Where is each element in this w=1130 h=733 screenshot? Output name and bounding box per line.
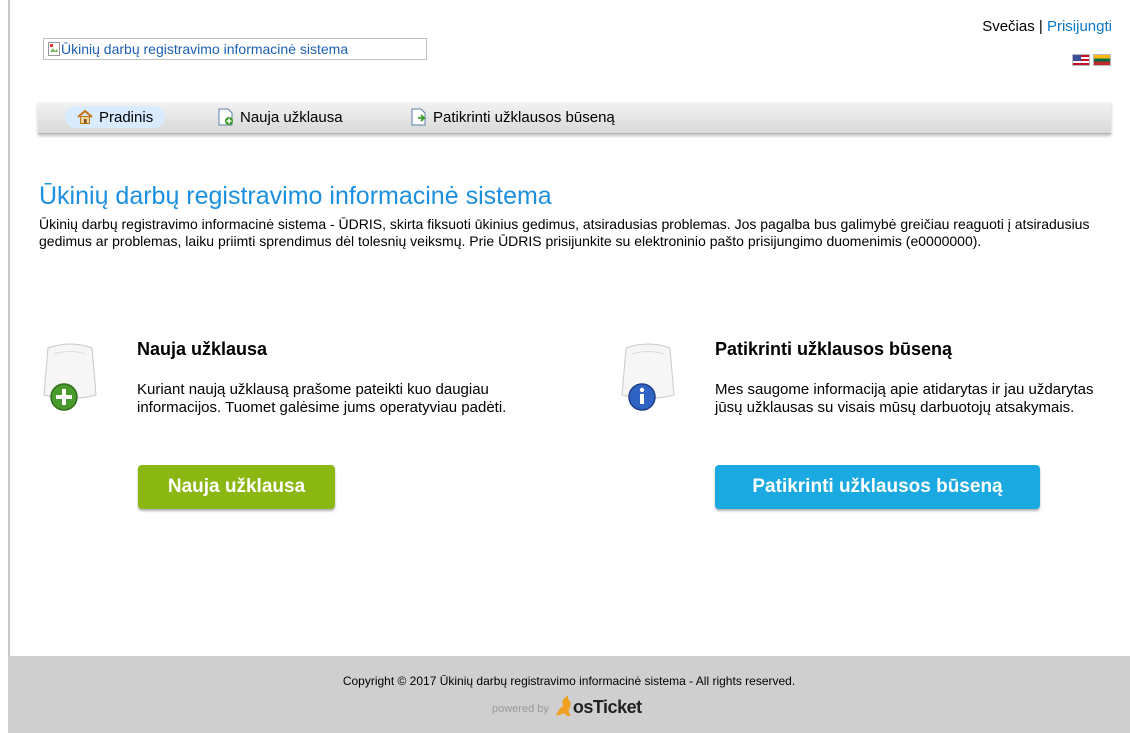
user-area: Svečias | Prisijungti	[982, 18, 1112, 35]
card-title-new-ticket: Nauja užklausa	[137, 339, 268, 359]
card-text-check-status: Mes saugome informaciją apie atidarytas …	[715, 381, 1094, 416]
powered-by-label: powered by	[492, 703, 549, 715]
copyright-text: Copyright © 2017 Ūkinių darbų registravi…	[342, 674, 796, 688]
nav-item-label: Nauja užklausa	[240, 108, 343, 126]
left-border	[8, 0, 10, 656]
ticket-status-icon	[411, 108, 427, 126]
nav-item-label: Pradinis	[99, 108, 154, 126]
new-ticket-button[interactable]: Nauja užklausa	[138, 465, 335, 509]
us-flag-icon[interactable]	[1072, 54, 1090, 66]
language-switcher	[1072, 54, 1111, 68]
osticket-brand: osTicket	[572, 697, 642, 717]
nav-item-new-ticket[interactable]: Nauja užklausa	[218, 106, 343, 128]
page-title: Ūkinių darbų registravimo informacinė si…	[39, 182, 552, 210]
card-text-new-ticket: Kuriant naują užklausą prašome pateikti …	[137, 381, 507, 416]
home-icon	[77, 110, 93, 124]
logo-alt-text: Ūkinių darbų registravimo informacinė si…	[61, 41, 349, 57]
site-logo[interactable]: Ūkinių darbų registravimo informacinė si…	[43, 38, 427, 60]
check-status-button[interactable]: Patikrinti užklausos būseną	[715, 465, 1040, 509]
nav-item-home[interactable]: Pradinis	[65, 106, 166, 128]
powered-by-logo[interactable]: powered by osTicket	[492, 694, 642, 718]
kangaroo-icon	[555, 695, 571, 716]
check-status-large-icon	[621, 343, 675, 411]
nav-item-label: Patikrinti užklausos būseną	[433, 108, 615, 126]
card-title-check-status: Patikrinti užklausos būseną	[715, 339, 953, 359]
footer: Copyright © 2017 Ūkinių darbų registravi…	[8, 656, 1130, 733]
user-separator: |	[1038, 18, 1043, 35]
main-nav: Pradinis Nauja užklausa Patikrinti užkla…	[38, 102, 1111, 134]
login-link[interactable]: Prisijungti	[1047, 18, 1112, 35]
new-ticket-large-icon	[43, 343, 97, 411]
new-ticket-icon	[218, 108, 233, 126]
lithuania-flag-icon[interactable]	[1093, 54, 1111, 66]
nav-item-check-status[interactable]: Patikrinti užklausos būseną	[411, 106, 615, 128]
intro-text: Ūkinių darbų registravimo informacinė si…	[39, 216, 1090, 249]
guest-label: Svečias	[982, 18, 1035, 35]
broken-image-icon	[48, 42, 60, 56]
